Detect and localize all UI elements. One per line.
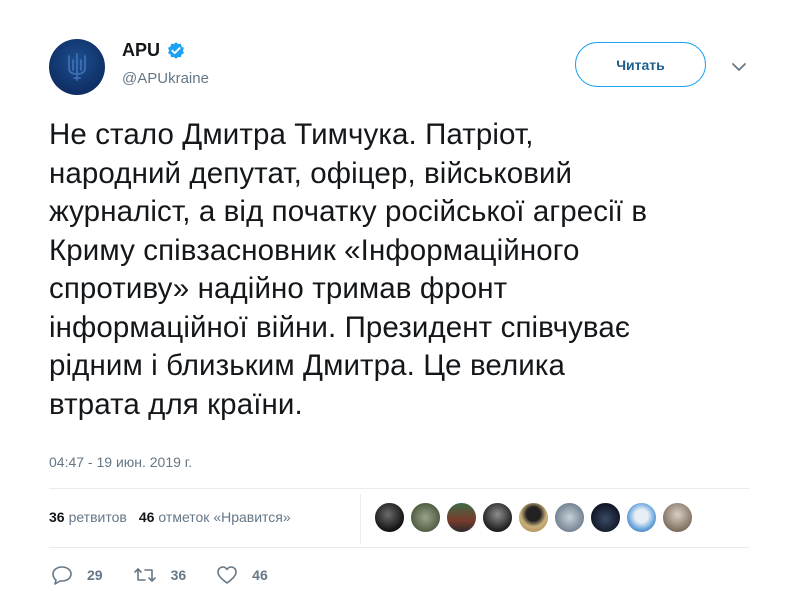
tweet-timestamp[interactable]: 04:47 - 19 июн. 2019 г.: [49, 454, 192, 470]
reply-count: 29: [87, 567, 103, 583]
account-name-row[interactable]: APU: [122, 40, 186, 61]
tweet-stats: 36 ретвитов 46 отметок «Нравится»: [49, 509, 303, 525]
retweet-action[interactable]: 36: [133, 565, 187, 585]
trident-emblem-icon: [68, 53, 86, 81]
liker-avatar[interactable]: [626, 502, 657, 533]
tweet-actions: 29 36 46: [51, 565, 298, 585]
liker-avatar[interactable]: [590, 502, 621, 533]
likes-stat-count: 46: [138, 509, 155, 525]
retweet-count: 36: [170, 567, 187, 583]
retweet-icon: [133, 568, 156, 582]
liker-avatars: [374, 502, 693, 533]
reply-icon: [52, 566, 72, 585]
like-count: 46: [252, 567, 268, 583]
verified-badge-icon: [168, 41, 184, 59]
like-action[interactable]: 46: [216, 565, 268, 585]
reply-action[interactable]: 29: [51, 565, 103, 585]
liker-avatar[interactable]: [482, 502, 513, 533]
liker-avatar[interactable]: [518, 502, 549, 533]
retweets-stat[interactable]: 36 ретвитов: [49, 509, 127, 525]
tweet-text: Не стало Дмитра Тимчука. Патріот, народн…: [49, 118, 648, 421]
liker-avatar[interactable]: [410, 502, 441, 533]
divider-bottom: [49, 547, 749, 548]
likes-stat[interactable]: 46 отметок «Нравится»: [139, 509, 291, 525]
liker-avatar[interactable]: [554, 502, 585, 533]
liker-avatar[interactable]: [446, 502, 477, 533]
liker-avatar[interactable]: [662, 502, 693, 533]
divider-top: [49, 488, 749, 489]
account-name[interactable]: APU: [122, 40, 160, 61]
account-handle[interactable]: @APUkraine: [122, 70, 209, 87]
likes-stat-label: отметок «Нравится»: [158, 509, 291, 525]
avatar[interactable]: [49, 39, 105, 95]
chevron-down-icon[interactable]: [730, 60, 748, 74]
retweets-stat-count: 36: [49, 509, 65, 525]
follow-button[interactable]: Читать: [575, 42, 706, 87]
retweets-stat-label: ретвитов: [68, 509, 127, 525]
liker-avatar[interactable]: [374, 502, 405, 533]
tweet-card: APU @APUkraine Читать Не стало Дмитра Ти…: [0, 0, 794, 591]
stats-separator: [360, 494, 361, 544]
heart-icon: [217, 566, 237, 584]
